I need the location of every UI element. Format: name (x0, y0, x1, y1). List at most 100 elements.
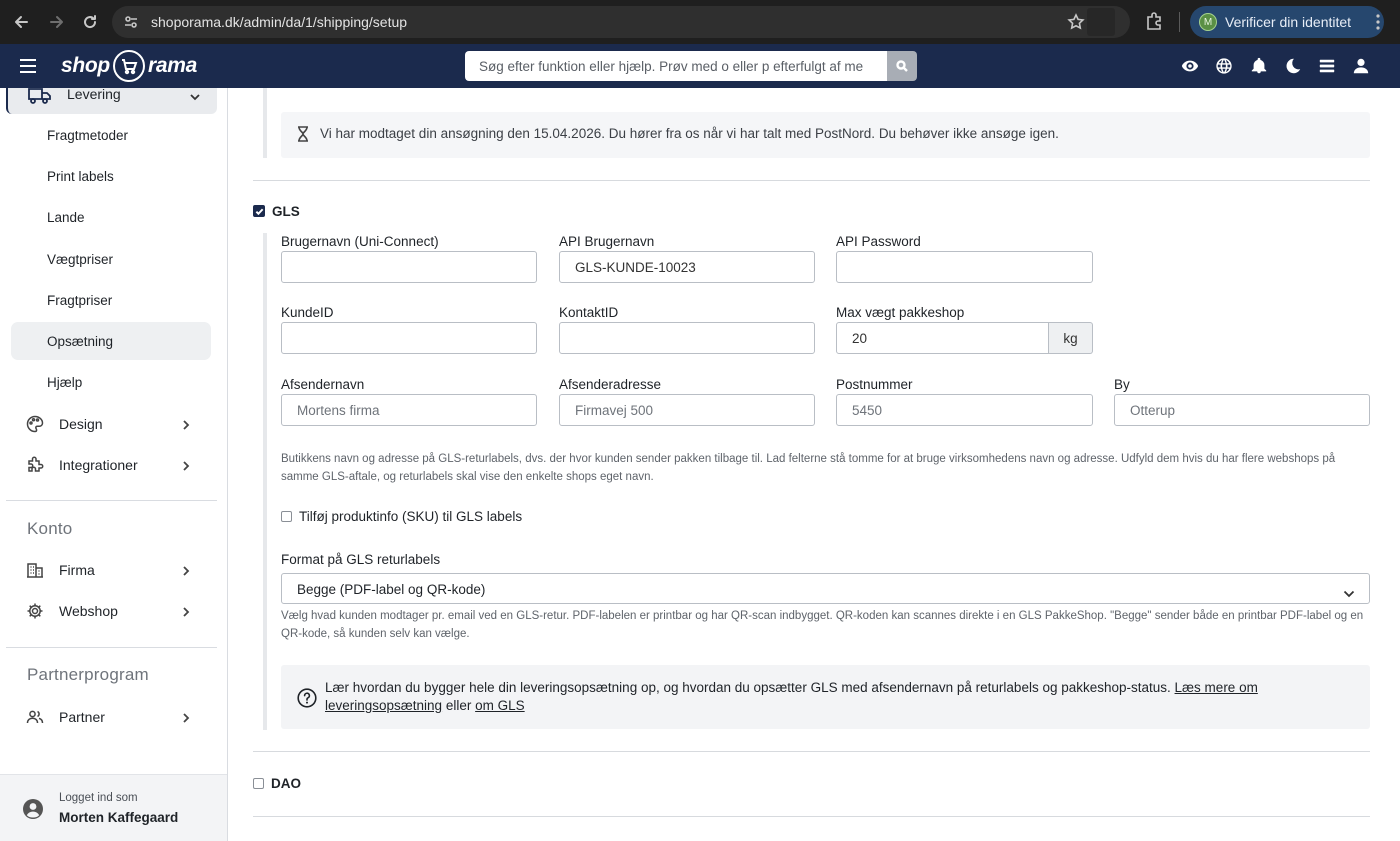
gls-checkbox[interactable] (253, 205, 265, 217)
shoporama-logo[interactable]: shop rama (61, 50, 197, 82)
sidebar-item-vaegtpriser[interactable]: Vægtpriser (11, 240, 211, 278)
sidebar-item-design[interactable]: Design (0, 408, 228, 440)
main-content: Vi har modtaget din ansøgning den 15.04.… (229, 88, 1400, 841)
return-format-help: Vælg hvad kunden modtager pr. email ved … (281, 610, 1364, 640)
chevron-down-icon (1343, 585, 1355, 598)
globe-icon[interactable] (1214, 57, 1234, 75)
sku-checkbox[interactable] (281, 511, 292, 522)
sidebar-item-label: Opsætning (47, 334, 114, 349)
chevron-right-icon (181, 418, 191, 430)
gls-section-rule (263, 233, 267, 730)
city-input[interactable] (1114, 394, 1370, 426)
gls-toggle[interactable]: GLS (253, 201, 300, 221)
browser-menu-icon[interactable] (1370, 13, 1386, 31)
chevron-down-icon (189, 89, 201, 101)
postnord-section-rule (263, 88, 267, 158)
api-password-input[interactable] (836, 251, 1093, 283)
eye-icon[interactable] (1180, 57, 1200, 75)
customer-id-input[interactable] (281, 322, 537, 354)
sidebar-item-label: Fragtpriser (47, 293, 113, 308)
bookmark-star-icon[interactable] (1067, 13, 1085, 31)
search-input[interactable] (465, 51, 887, 81)
return-format-value: Begge (PDF-label og QR-kode) (297, 582, 486, 597)
sidebar-item-integrationer[interactable]: Integrationer (0, 449, 228, 481)
postcode-input[interactable] (836, 394, 1093, 426)
postnord-notice-text: Vi har modtaget din ansøgning den 15.04.… (320, 126, 1059, 141)
sku-toggle[interactable]: Tilføj produktinfo (SKU) til GLS labels (281, 509, 522, 524)
dao-toggle[interactable]: DAO (253, 773, 301, 793)
postnord-notice: Vi har modtaget din ansøgning den 15.04.… (281, 112, 1370, 158)
sidebar-item-label: Fragtmetoder (47, 128, 129, 143)
sidebar-item-label: Print labels (47, 169, 114, 184)
toolbar-divider (1179, 12, 1180, 32)
sender-address-input[interactable] (559, 394, 815, 426)
about-gls-link[interactable]: om GLS (475, 698, 525, 713)
sender-help-text: Butikkens navn og adresse på GLS-returla… (281, 453, 1336, 483)
back-icon[interactable] (11, 11, 33, 33)
user-avatar-icon (22, 798, 44, 820)
sender-name-input[interactable] (281, 394, 537, 426)
chevron-right-icon (181, 605, 191, 617)
api-username-input[interactable] (559, 251, 815, 283)
sidebar-item-webshop[interactable]: Webshop (0, 595, 228, 627)
gls-label: GLS (272, 203, 300, 219)
app-header: shop rama (0, 44, 1400, 88)
return-format-select[interactable]: Begge (PDF-label og QR-kode) (281, 573, 1370, 604)
sidebar-item-label: Design (59, 416, 103, 432)
sidebar-item-fragtmetoder[interactable]: Fragtmetoder (11, 116, 211, 154)
search-button[interactable] (887, 51, 917, 81)
reload-icon[interactable] (79, 11, 101, 33)
bell-icon[interactable] (1249, 57, 1269, 75)
return-format-label: Format på GLS returlabels (281, 552, 441, 567)
gear-icon (26, 602, 44, 620)
user-icon[interactable] (1351, 57, 1371, 75)
sidebar-item-print-labels[interactable]: Print labels (11, 157, 211, 195)
max-weight-input[interactable] (836, 322, 1049, 354)
sidebar-item-label: Webshop (59, 603, 118, 619)
user-name: Morten Kaffegaard (59, 810, 179, 825)
address-bar[interactable]: shoporama.dk/admin/da/1/shipping/setup (112, 6, 1130, 38)
menu-icon[interactable] (18, 57, 38, 75)
chevron-right-icon (181, 711, 191, 723)
building-icon (26, 561, 44, 579)
question-circle-icon (297, 688, 317, 708)
contact-id-input[interactable] (559, 322, 815, 354)
username-input[interactable] (281, 251, 537, 283)
site-settings-icon[interactable] (122, 13, 140, 31)
sidebar-group-label: Levering (67, 86, 121, 102)
help-box-between: eller (445, 698, 472, 713)
profile-verify-button[interactable]: M Verificer din identitet (1190, 6, 1384, 38)
sku-label: Tilføj produktinfo (SKU) til GLS labels (299, 509, 523, 524)
profile-verify-label: Verificer din identitet (1225, 14, 1352, 30)
customer-id-label: KundeID (281, 305, 334, 320)
sidebar-item-fragtpriser[interactable]: Fragtpriser (11, 281, 211, 319)
truck-icon (28, 88, 52, 104)
sender-address-label: Afsenderadresse (559, 377, 662, 392)
dao-checkbox[interactable] (253, 777, 264, 789)
sidebar-item-label: Firma (59, 562, 95, 578)
api-username-label: API Brugernavn (559, 234, 655, 249)
city-label: By (1114, 377, 1130, 392)
extensions-icon[interactable] (1144, 11, 1166, 33)
sidebar-item-opsaetning[interactable]: Opsætning (11, 322, 211, 360)
sidebar-item-firma[interactable]: Firma (0, 554, 228, 586)
sidebar-item-lande[interactable]: Lande (11, 198, 211, 236)
stack-icon[interactable] (1317, 57, 1337, 75)
chevron-right-icon (181, 564, 191, 576)
forward-icon[interactable] (45, 11, 67, 33)
sidebar: Levering Fragtmetoder Print labels Lande… (0, 86, 228, 841)
dao-label: DAO (271, 775, 301, 791)
sidebar-item-hjaelp[interactable]: Hjælp (11, 363, 211, 401)
palette-icon (26, 415, 44, 433)
search-icon (896, 60, 908, 72)
section-divider (253, 816, 1370, 817)
sender-name-label: Afsendernavn (281, 377, 365, 392)
sidebar-user-footer[interactable]: Logget ind som Morten Kaffegaard (0, 774, 227, 841)
sidebar-item-partner[interactable]: Partner (0, 701, 228, 733)
url-text[interactable]: shoporama.dk/admin/da/1/shipping/setup (151, 14, 407, 30)
api-password-label: API Password (836, 234, 921, 249)
moon-icon[interactable] (1283, 57, 1303, 75)
section-divider (253, 180, 1370, 181)
logo-text-left: shop (61, 54, 110, 77)
sidebar-group-levering[interactable]: Levering (6, 86, 217, 114)
